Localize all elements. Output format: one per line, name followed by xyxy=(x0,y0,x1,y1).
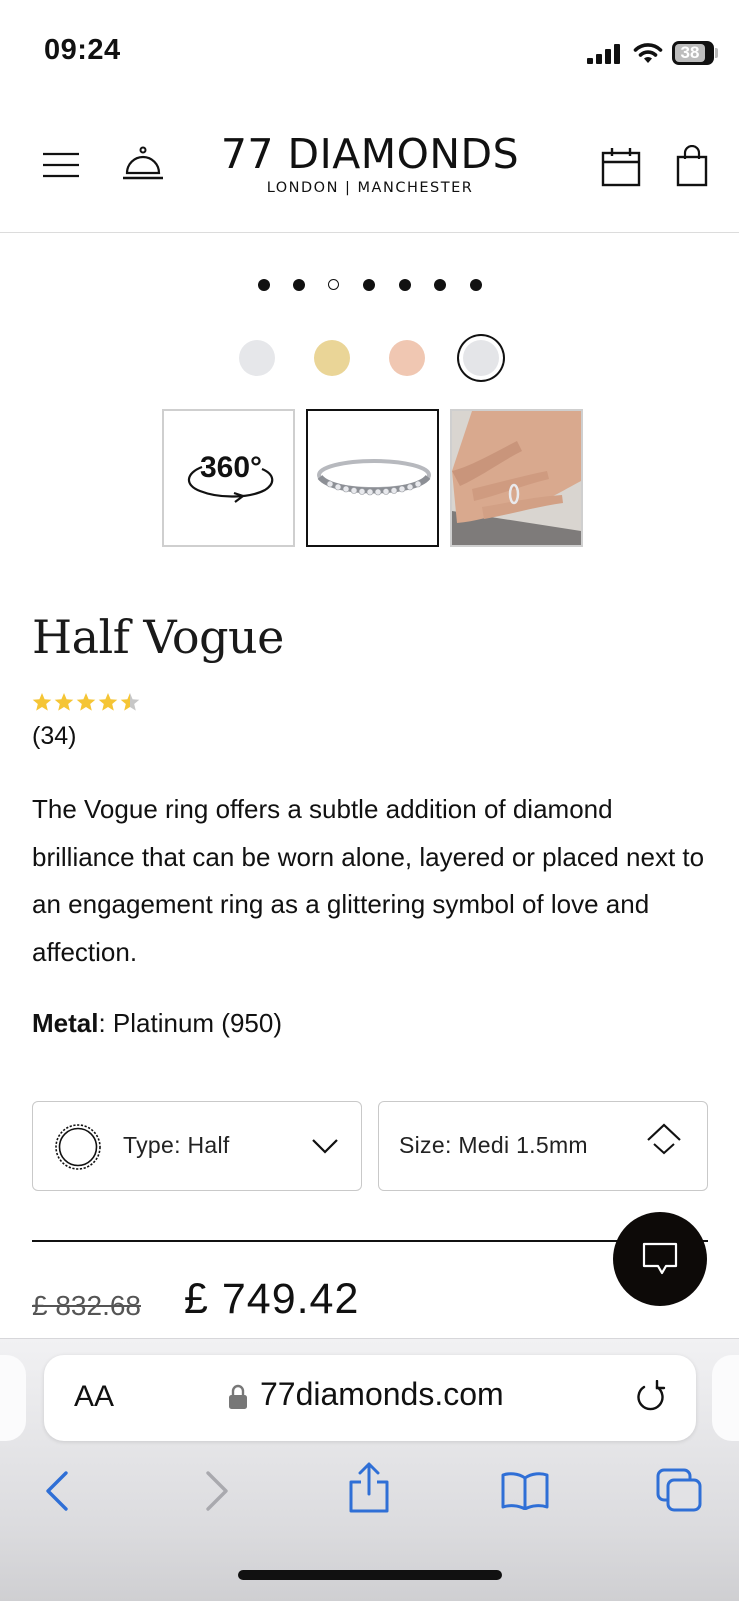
size-select-value: Size: Medi 1.5mm xyxy=(399,1132,588,1158)
home-indicator[interactable] xyxy=(238,1570,502,1580)
half-star-icon xyxy=(120,693,140,711)
bookmarks-icon[interactable] xyxy=(500,1470,550,1510)
shopping-bag-icon[interactable] xyxy=(676,145,708,187)
menu-icon[interactable] xyxy=(42,152,80,178)
carousel-dot[interactable] xyxy=(258,279,270,291)
cellular-signal-icon xyxy=(587,44,621,64)
battery-cap xyxy=(715,48,718,58)
reader-aa-button[interactable]: AA xyxy=(74,1380,114,1414)
url-text[interactable]: 77diamonds.com xyxy=(260,1376,504,1413)
carousel-dot[interactable] xyxy=(434,279,446,291)
next-tab-preview[interactable] xyxy=(712,1355,739,1441)
back-icon[interactable] xyxy=(44,1470,70,1512)
battery-level-text: 38 xyxy=(680,43,700,62)
concierge-bell-icon[interactable] xyxy=(122,146,164,182)
star-icon xyxy=(54,693,74,711)
metal-value: : Platinum (950) xyxy=(98,1008,282,1038)
up-down-chevron-icon xyxy=(647,1123,681,1155)
price-divider xyxy=(32,1240,708,1242)
chat-button[interactable] xyxy=(613,1212,707,1306)
type-select-value: Type: Half xyxy=(123,1132,230,1158)
thumbnail-360-label: 360° xyxy=(200,451,263,484)
star-icon xyxy=(32,693,52,711)
share-icon[interactable] xyxy=(348,1462,390,1514)
brand-logo-name[interactable]: 77 DIAMONDS xyxy=(180,130,560,178)
carousel-dot[interactable] xyxy=(363,279,375,291)
brand-logo-subtitle: LONDON | MANCHESTER xyxy=(266,180,474,196)
ring-type-icon xyxy=(55,1124,101,1170)
star-icon xyxy=(98,693,118,711)
sale-price: £ 749.42 xyxy=(184,1275,360,1323)
chat-icon xyxy=(642,1242,678,1275)
previous-tab-preview[interactable] xyxy=(0,1355,26,1441)
tabs-icon[interactable] xyxy=(656,1468,702,1512)
type-select[interactable]: Type: Half xyxy=(32,1101,362,1191)
chevron-down-icon xyxy=(312,1139,338,1154)
product-description: The Vogue ring offers a subtle addition … xyxy=(32,794,705,967)
swatch-white-gold[interactable] xyxy=(239,340,275,376)
original-price: £ 832.68 xyxy=(32,1290,141,1321)
carousel-dot[interactable] xyxy=(293,279,305,291)
forward-icon[interactable] xyxy=(204,1470,230,1512)
carousel-dot[interactable] xyxy=(470,279,482,291)
metal-info: Metal: Platinum (950) xyxy=(32,1008,282,1039)
battery-icon: 38 xyxy=(672,41,714,65)
metal-label: Metal xyxy=(32,1008,99,1038)
swatch-platinum[interactable] xyxy=(463,340,499,376)
product-title: Half Vogue xyxy=(32,610,284,664)
ring-image xyxy=(317,459,431,496)
lock-icon xyxy=(229,1384,247,1409)
reload-icon[interactable] xyxy=(634,1380,668,1416)
carousel-dot[interactable] xyxy=(399,279,411,291)
thumbnail-ring-image[interactable] xyxy=(306,409,439,547)
status-time: 09:24 xyxy=(44,34,121,66)
review-count[interactable]: (34) xyxy=(32,722,76,751)
rating-stars xyxy=(32,692,144,714)
size-select[interactable]: Size: Medi 1.5mm xyxy=(378,1101,708,1191)
hand-image xyxy=(452,411,581,545)
thumbnail-360-view[interactable]: 360° xyxy=(162,409,295,547)
wifi-icon xyxy=(633,43,663,63)
thumbnail-hand-image[interactable] xyxy=(450,409,583,547)
star-icon xyxy=(76,693,96,711)
swatch-rose-gold[interactable] xyxy=(389,340,425,376)
swatch-yellow-gold[interactable] xyxy=(314,340,350,376)
carousel-dot-active[interactable] xyxy=(328,279,339,290)
calendar-icon[interactable] xyxy=(601,147,641,187)
